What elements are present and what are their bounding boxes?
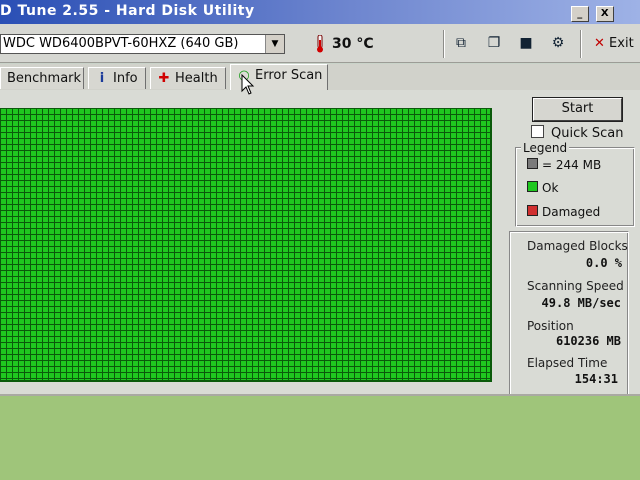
exit-button[interactable]: ✕ Exit — [594, 36, 634, 51]
info-icon: i — [99, 71, 105, 86]
start-button[interactable]: Start — [532, 97, 623, 122]
legend-item-ok-label: Ok — [542, 181, 559, 195]
quick-scan-label: Quick Scan — [551, 126, 624, 141]
legend-swatch-ok — [527, 181, 538, 192]
quick-scan-checkbox[interactable]: Quick Scan — [531, 125, 624, 141]
options-icon[interactable]: ⚙ — [548, 34, 568, 52]
close-button[interactable]: X — [596, 6, 614, 22]
tab-bar: Benchmark i Info ✚ Health ○ Error Scan — [0, 64, 640, 91]
copy-info-icon[interactable]: ⧉ — [451, 34, 471, 52]
legend-item-size-label: = 244 MB — [542, 158, 602, 172]
exit-label: Exit — [609, 36, 634, 51]
toolbar: WDC WD6400BPVT-60HXZ (640 GB) ▼ 30 °C ⧉ … — [0, 24, 640, 63]
copy-screenshot-icon[interactable]: ❐ — [484, 34, 504, 52]
toolbar-divider — [580, 30, 582, 58]
tab-info[interactable]: i Info — [88, 67, 146, 89]
legend-swatch-damaged — [527, 205, 538, 216]
legend-title: Legend — [521, 141, 570, 155]
checkbox-box[interactable] — [531, 125, 544, 138]
tab-health-label: Health — [175, 71, 218, 86]
tab-health[interactable]: ✚ Health — [150, 67, 226, 89]
scanning-speed-value: 49.8 MB/sec — [541, 296, 621, 310]
health-icon: ✚ — [158, 71, 170, 86]
drive-select-value: WDC WD6400BPVT-60HXZ (640 GB) — [3, 36, 239, 51]
thermometer-icon — [317, 35, 323, 53]
title-bar: D Tune 2.55 - Hard Disk Utility _ X — [0, 0, 640, 24]
legend-swatch-size — [527, 158, 538, 169]
save-icon[interactable]: ■ — [516, 34, 536, 52]
tab-benchmark-label: Benchmark — [7, 71, 82, 86]
legend-item-damaged-label: Damaged — [542, 205, 601, 219]
scan-block-map — [0, 108, 492, 382]
scanning-speed-label: Scanning Speed — [527, 279, 624, 293]
window-title: D Tune 2.55 - Hard Disk Utility — [0, 3, 255, 19]
minimize-button[interactable]: _ — [571, 6, 589, 22]
exit-icon: ✕ — [594, 36, 605, 51]
drive-select[interactable]: WDC WD6400BPVT-60HXZ (640 GB) ▼ — [0, 34, 285, 54]
mouse-pointer-icon — [241, 74, 255, 95]
toolbar-divider — [443, 30, 445, 58]
chevron-down-icon[interactable]: ▼ — [265, 35, 284, 53]
position-label: Position — [527, 319, 574, 333]
damaged-blocks-label: Damaged Blocks — [527, 239, 628, 253]
tab-benchmark[interactable]: Benchmark — [0, 67, 84, 89]
elapsed-time-value: 154:31 — [574, 372, 618, 386]
tab-error-scan-label: Error Scan — [255, 68, 323, 83]
legend-item-ok: Ok — [527, 181, 558, 195]
legend-item-size: = 244 MB — [527, 158, 601, 172]
desktop-background — [0, 396, 640, 480]
elapsed-time-label: Elapsed Time — [527, 356, 608, 370]
position-value: 610236 MB — [555, 334, 621, 348]
tab-info-label: Info — [113, 71, 138, 86]
temperature-value: 30 °C — [332, 36, 374, 52]
legend-item-damaged: Damaged — [527, 205, 600, 219]
damaged-blocks-value: 0.0 % — [585, 256, 622, 270]
